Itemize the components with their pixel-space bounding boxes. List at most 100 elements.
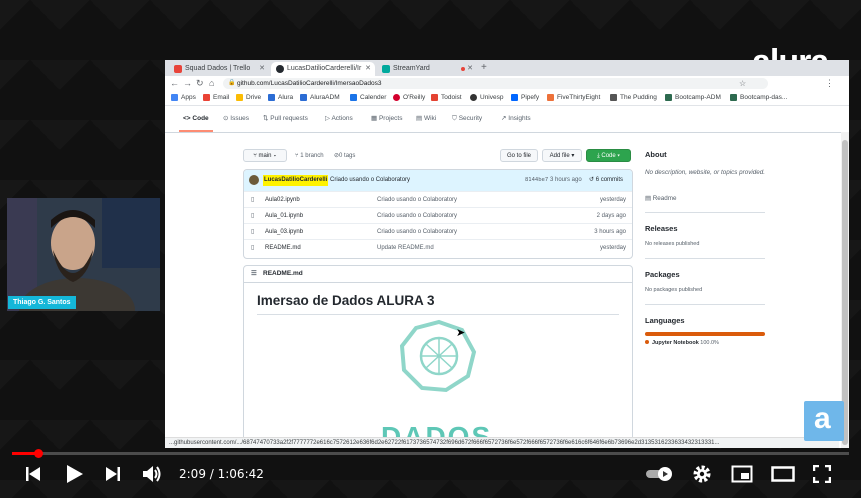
progress-bar[interactable] (12, 449, 849, 458)
bookmark-label: Bootcamp-das... (740, 94, 788, 101)
close-icon[interactable]: ✕ (259, 62, 265, 76)
file-name[interactable]: Aula_01.ipynb (265, 208, 303, 224)
branch-select[interactable]: ⑂ main ▾ (243, 149, 287, 162)
back-icon[interactable]: ← (170, 77, 179, 90)
branch-label: main (258, 153, 272, 159)
bookmark-oreilly[interactable]: O'Reilly (393, 93, 425, 103)
new-tab-icon[interactable]: + (481, 61, 487, 75)
miniplayer-icon[interactable] (731, 465, 753, 483)
menu-dots-icon[interactable]: ⋮ (825, 77, 834, 90)
tab-pull-requests[interactable]: ⇅ Pull requests (263, 114, 308, 124)
oreilly-icon (393, 94, 400, 101)
settings-gear-icon[interactable] (692, 464, 712, 484)
table-row[interactable]: ▯ README.md Update README.md yesterday (244, 239, 632, 256)
bookmark-drive[interactable]: Drive (236, 93, 261, 103)
readme-title-rule (257, 314, 619, 315)
table-row[interactable]: ▯ Aula_03.ipynb Criado usando o Colabora… (244, 223, 632, 240)
file-name[interactable]: README.md (265, 240, 301, 256)
bookmark-aluraadm[interactable]: AluraADM (300, 93, 340, 103)
close-icon[interactable]: ✕ (365, 62, 371, 76)
tab-wiki[interactable]: ▤ Wiki (416, 114, 436, 124)
file-time: 3 hours ago (594, 229, 626, 235)
bookmark-label: Pipefy (521, 94, 540, 101)
tags-label: 0 tags (339, 153, 356, 159)
tab-github[interactable]: LucasDatilioCarderelli/Ir ✕ (271, 62, 375, 76)
divider (645, 304, 765, 305)
bookmark-bootcamp-adm[interactable]: Bootcamp-ADM (665, 93, 721, 103)
dados-logo-icon (399, 319, 477, 393)
tags-link[interactable]: ⊘0 tags (334, 151, 355, 161)
bookmark-label: Calender (360, 94, 387, 101)
file-name[interactable]: Aula_03.ipynb (265, 224, 303, 240)
file-commit-message[interactable]: Criado usando o Colaboratory (377, 224, 457, 240)
file-icon: ▯ (251, 229, 255, 235)
commit-time: 3 hours ago (550, 177, 582, 183)
volume-icon[interactable] (141, 464, 163, 484)
bookmark-alura[interactable]: Alura (268, 93, 293, 103)
browser-window: Squad Dados | Trello ✕ LucasDatilioCarde… (165, 60, 849, 448)
bookmark-label: Email (213, 94, 230, 101)
theater-mode-icon[interactable] (771, 466, 795, 482)
tab-security[interactable]: ⛉ Security (452, 114, 482, 124)
table-row[interactable]: ▯ Aula_01.ipynb Criado usando o Colabora… (244, 207, 632, 224)
file-commit-message[interactable]: Criado usando o Colaboratory (377, 192, 457, 208)
file-name[interactable]: Aula02.ipynb (265, 192, 300, 208)
bookmark-fivethirtyeight[interactable]: FiveThirtyEight (547, 93, 600, 103)
star-icon[interactable]: ☆ (739, 77, 746, 90)
play-icon[interactable] (63, 463, 85, 485)
pudding-icon (610, 94, 617, 101)
bookmark-univesp[interactable]: Univesp (470, 93, 503, 103)
tab-code[interactable]: <> Code (183, 114, 209, 124)
bookmark-pipefy[interactable]: Pipefy (511, 93, 539, 103)
go-to-file-button[interactable]: Go to file (500, 149, 538, 162)
autoplay-toggle-icon[interactable] (645, 466, 675, 482)
bookmark-email[interactable]: Email (203, 93, 229, 103)
packages-heading[interactable]: Packages (645, 270, 680, 280)
table-row[interactable]: ▯ Aula02.ipynb Criado usando o Colaborat… (244, 191, 632, 208)
code-button[interactable]: ⤓ Code ▾ (586, 149, 631, 162)
add-file-label: Add file (549, 153, 570, 159)
commits-link[interactable]: ↺ 6 commits (589, 175, 623, 186)
tab-label: Wiki (423, 115, 437, 122)
scrollbar-thumb[interactable] (842, 140, 848, 445)
tab-streamyard[interactable]: StreamYard ✕ (377, 62, 477, 76)
tab-insights[interactable]: ↗ Insights (501, 114, 531, 124)
language-item[interactable]: Jupyter Notebook 100.0% (645, 339, 719, 348)
skip-previous-icon[interactable] (24, 465, 42, 483)
commit-hash[interactable]: 8144be7 (525, 175, 548, 186)
commit-author[interactable]: LucasDatilioCarderelli (263, 175, 329, 186)
fullscreen-icon[interactable] (813, 465, 831, 483)
avatar (249, 175, 259, 185)
bookmark-thepudding[interactable]: The Pudding (610, 93, 657, 103)
bookmark-bootcamp-das[interactable]: Bootcamp-das... (730, 93, 787, 103)
tab-issues[interactable]: ⊙ Issues (223, 114, 249, 124)
about-heading: About (645, 150, 667, 159)
bookmark-calender[interactable]: Calender (350, 93, 386, 103)
readme-link[interactable]: ▤ Readme (645, 194, 677, 203)
readme-label: README.md (263, 270, 303, 277)
reload-icon[interactable]: ↻ (196, 77, 204, 90)
tab-actions[interactable]: ▷ Actions (325, 114, 353, 124)
add-file-button[interactable]: Add file ▾ (542, 149, 582, 162)
tab-projects[interactable]: ▦ Projects (371, 114, 402, 124)
presenter-name-badge: Thiago G. Santos (8, 296, 76, 309)
url-input[interactable]: 🔒 github.com/LucasDatilioCarderelli/Imer… (223, 78, 768, 89)
commit-message[interactable]: Criado usando o Colaboratory (330, 175, 410, 186)
video-frame[interactable]: alura Squad Dados | Trello ✕ LucasDatili… (0, 0, 861, 498)
branches-link[interactable]: ⑂ 1 branch (295, 151, 324, 161)
forward-icon[interactable]: → (183, 77, 192, 90)
file-icon: ▯ (251, 245, 255, 251)
close-icon[interactable]: ✕ (467, 62, 473, 76)
tab-trello[interactable]: Squad Dados | Trello ✕ (169, 62, 269, 76)
bookmark-label: Drive (246, 94, 262, 101)
pipefy-icon (511, 94, 518, 101)
releases-heading[interactable]: Releases (645, 224, 678, 234)
list-icon[interactable]: ☰ (251, 266, 257, 282)
bookmark-apps[interactable]: Apps (171, 93, 196, 103)
bookmark-todoist[interactable]: Todoist (431, 93, 462, 103)
skip-next-icon[interactable] (104, 465, 122, 483)
tab-label: Code (192, 115, 209, 122)
file-commit-message[interactable]: Criado usando o Colaboratory (377, 208, 457, 224)
file-commit-message[interactable]: Update README.md (377, 240, 434, 256)
home-icon[interactable]: ⌂ (209, 77, 214, 90)
